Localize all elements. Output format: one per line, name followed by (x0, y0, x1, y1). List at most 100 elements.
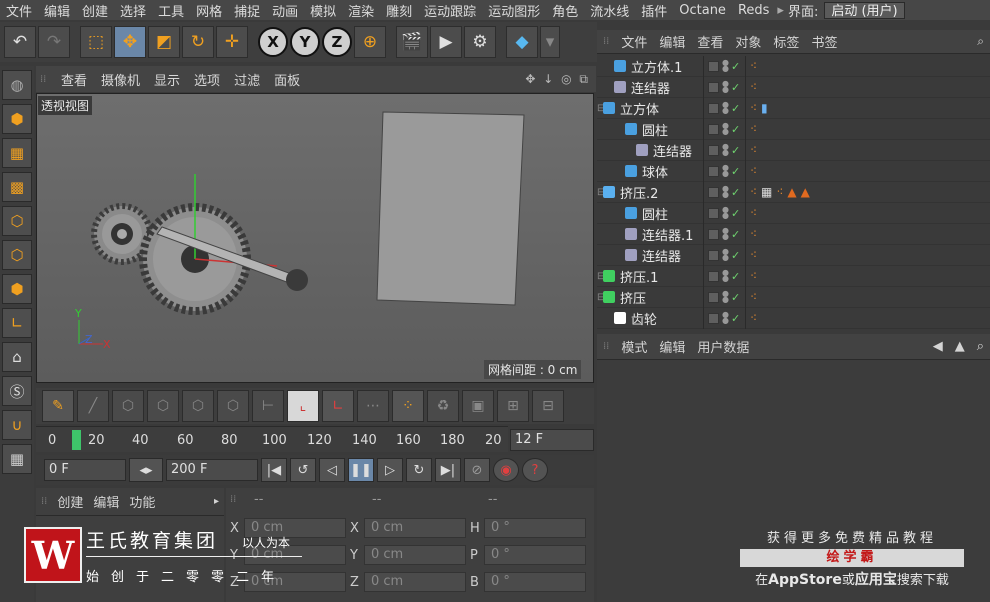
menu-overflow-icon[interactable]: ▸ (775, 3, 786, 18)
object-flags[interactable]: ● ● ✓ (703, 160, 741, 182)
layer-swatch[interactable] (708, 270, 719, 282)
texture-tag-icon[interactable]: ▦ (761, 185, 772, 199)
object-name[interactable]: 挤压.2 (620, 183, 658, 202)
axis-snap-button[interactable]: ⌞ (287, 390, 319, 422)
layer-swatch[interactable] (708, 102, 719, 114)
object-menu-view[interactable]: 查看 (691, 32, 729, 51)
object-flags[interactable]: ● ● ✓ (703, 265, 741, 287)
menu-pipeline[interactable]: 流水线 (584, 1, 635, 20)
edges-mode-button[interactable]: ⬡ (2, 240, 32, 270)
layer-swatch[interactable] (708, 312, 719, 324)
size-y-field[interactable]: 0 cm (364, 545, 466, 565)
phong-tag-icon[interactable]: ⁖ (750, 206, 757, 220)
start-frame-field[interactable]: 0 F (44, 459, 126, 481)
menu-character[interactable]: 角色 (546, 1, 584, 20)
search-icon[interactable]: ⌕ (971, 34, 990, 49)
object-name[interactable]: 球体 (642, 162, 668, 181)
object-name[interactable]: 齿轮 (631, 309, 657, 328)
object-row[interactable]: ⊟ 立方体 ● ● ✓ ⁖ ▮ (597, 97, 990, 119)
extrude-tool-button[interactable]: ⬡ (112, 390, 144, 422)
material-menu-function[interactable]: 功能 (124, 492, 160, 511)
tweak-mode-button[interactable]: ⌂ (2, 342, 32, 372)
rotate-button[interactable]: ↻ (182, 26, 214, 58)
viewport-menu-view[interactable]: 查看 (54, 70, 94, 89)
layer-swatch[interactable] (708, 291, 719, 303)
enabled-check-icon[interactable]: ✓ (731, 228, 740, 241)
go-to-start-button[interactable]: |◀ (261, 458, 287, 482)
layer-swatch[interactable] (708, 60, 719, 72)
object-row[interactable]: 立方体.1 ● ● ✓ ⁖ (597, 55, 990, 77)
enabled-check-icon[interactable]: ✓ (731, 249, 740, 262)
close-hole-tool-button[interactable]: ⬡ (217, 390, 249, 422)
menu-snap[interactable]: 捕捉 (228, 1, 266, 20)
axis-mode-button[interactable]: ∟ (2, 308, 32, 338)
size-x-field[interactable]: 0 cm (364, 518, 466, 538)
object-flags[interactable]: ● ● ✓ (703, 118, 741, 140)
recycle-button[interactable]: ♻ (427, 390, 459, 422)
visibility-dots-icon[interactable]: ● ● (722, 143, 729, 157)
points-select-button[interactable]: ⁘ (392, 390, 424, 422)
menu-mesh[interactable]: 网格 (190, 1, 228, 20)
cube-menu-button[interactable]: ▾ (540, 26, 560, 58)
prev-frame-button[interactable]: ◁ (319, 458, 345, 482)
phong-tag-icon[interactable]: ⁖ (750, 290, 757, 304)
frame-stepper[interactable]: ◂▸ (129, 458, 163, 482)
move-button[interactable]: ✥ (114, 26, 146, 58)
object-name[interactable]: 圆柱 (642, 120, 668, 139)
scale-button[interactable]: ◩ (148, 26, 180, 58)
timeline-ruler[interactable]: 0 20 40 60 80 100 120 140 160 180 20 (48, 430, 508, 450)
next-key-button[interactable]: ↻ (406, 458, 432, 482)
object-flags[interactable]: ● ● ✓ (703, 76, 741, 98)
viewport-nav-icons[interactable]: ✥ ↓ ◎ ⧉ (525, 72, 596, 87)
phong-tag-icon[interactable]: ⁖ (750, 143, 757, 157)
phong-tag-icon[interactable]: ⁖ (750, 269, 757, 283)
object-name[interactable]: 连结器 (653, 141, 692, 160)
object-flags[interactable]: ● ● ✓ (703, 244, 741, 266)
visibility-dots-icon[interactable]: ● ● (722, 185, 729, 199)
align-button[interactable]: ▣ (462, 390, 494, 422)
points-mode-button[interactable]: ⬡ (2, 206, 32, 236)
object-menu-objects[interactable]: 对象 (729, 32, 767, 51)
attribute-menu-user-data[interactable]: 用户数据 (691, 337, 755, 356)
autokey-button[interactable]: ? (522, 458, 548, 482)
visibility-dots-icon[interactable]: ● ● (722, 206, 729, 220)
layout-select[interactable]: 启动 (用户) (824, 1, 905, 19)
cone-tag-icon[interactable]: ▲ (801, 185, 810, 199)
render-picture-viewer-button[interactable]: ▶ (430, 26, 462, 58)
object-name[interactable]: 立方体 (620, 99, 659, 118)
phong-tag-icon[interactable]: ⁖ (750, 80, 757, 94)
menu-animate[interactable]: 动画 (266, 1, 304, 20)
object-menu-edit[interactable]: 编辑 (653, 32, 691, 51)
layer-swatch[interactable] (708, 186, 719, 198)
menu-render[interactable]: 渲染 (342, 1, 380, 20)
menu-tools[interactable]: 工具 (152, 1, 190, 20)
dynamics-tag-icon[interactable]: ▮ (761, 101, 768, 115)
object-row[interactable]: ⊟ 挤压.2 ● ● ✓ ⁖ ▦ ⁖ ▲ ▲ (597, 181, 990, 203)
object-row[interactable]: 连结器 ● ● ✓ ⁖ (597, 244, 990, 266)
menu-create[interactable]: 创建 (76, 1, 114, 20)
menu-file[interactable]: 文件 (0, 1, 38, 20)
visibility-dots-icon[interactable]: ● ● (722, 227, 729, 241)
prev-key-button[interactable]: ↺ (290, 458, 316, 482)
cursor-up-icon[interactable]: ▲ (949, 339, 971, 354)
pause-button[interactable]: ❚❚ (348, 458, 374, 482)
next-frame-button[interactable]: ▷ (377, 458, 403, 482)
object-flags[interactable]: ● ● ✓ (703, 139, 741, 161)
back-arrow-icon[interactable]: ◀ (927, 339, 949, 354)
rotation-b-field[interactable]: 0 ° (484, 572, 586, 592)
enabled-check-icon[interactable]: ✓ (731, 102, 740, 115)
enabled-check-icon[interactable]: ✓ (731, 60, 740, 73)
menu-sculpt[interactable]: 雕刻 (380, 1, 418, 20)
x-axis-button[interactable]: X (258, 27, 288, 57)
phong-tag-icon[interactable]: ⁖ (750, 227, 757, 241)
phong-tag-icon[interactable]: ⁖ (750, 248, 757, 262)
object-row[interactable]: 圆柱 ● ● ✓ ⁖ (597, 202, 990, 224)
enabled-check-icon[interactable]: ✓ (731, 270, 740, 283)
search-icon[interactable]: ⌕ (971, 339, 990, 354)
menu-simulate[interactable]: 模拟 (304, 1, 342, 20)
recent-tool-button[interactable]: ✛ (216, 26, 248, 58)
perspective-viewport[interactable]: Y Z X (36, 93, 594, 383)
end-frame-field[interactable]: 200 F (166, 459, 258, 481)
object-flags[interactable]: ● ● ✓ (703, 223, 741, 245)
object-row[interactable]: 圆柱 ● ● ✓ ⁖ (597, 118, 990, 140)
